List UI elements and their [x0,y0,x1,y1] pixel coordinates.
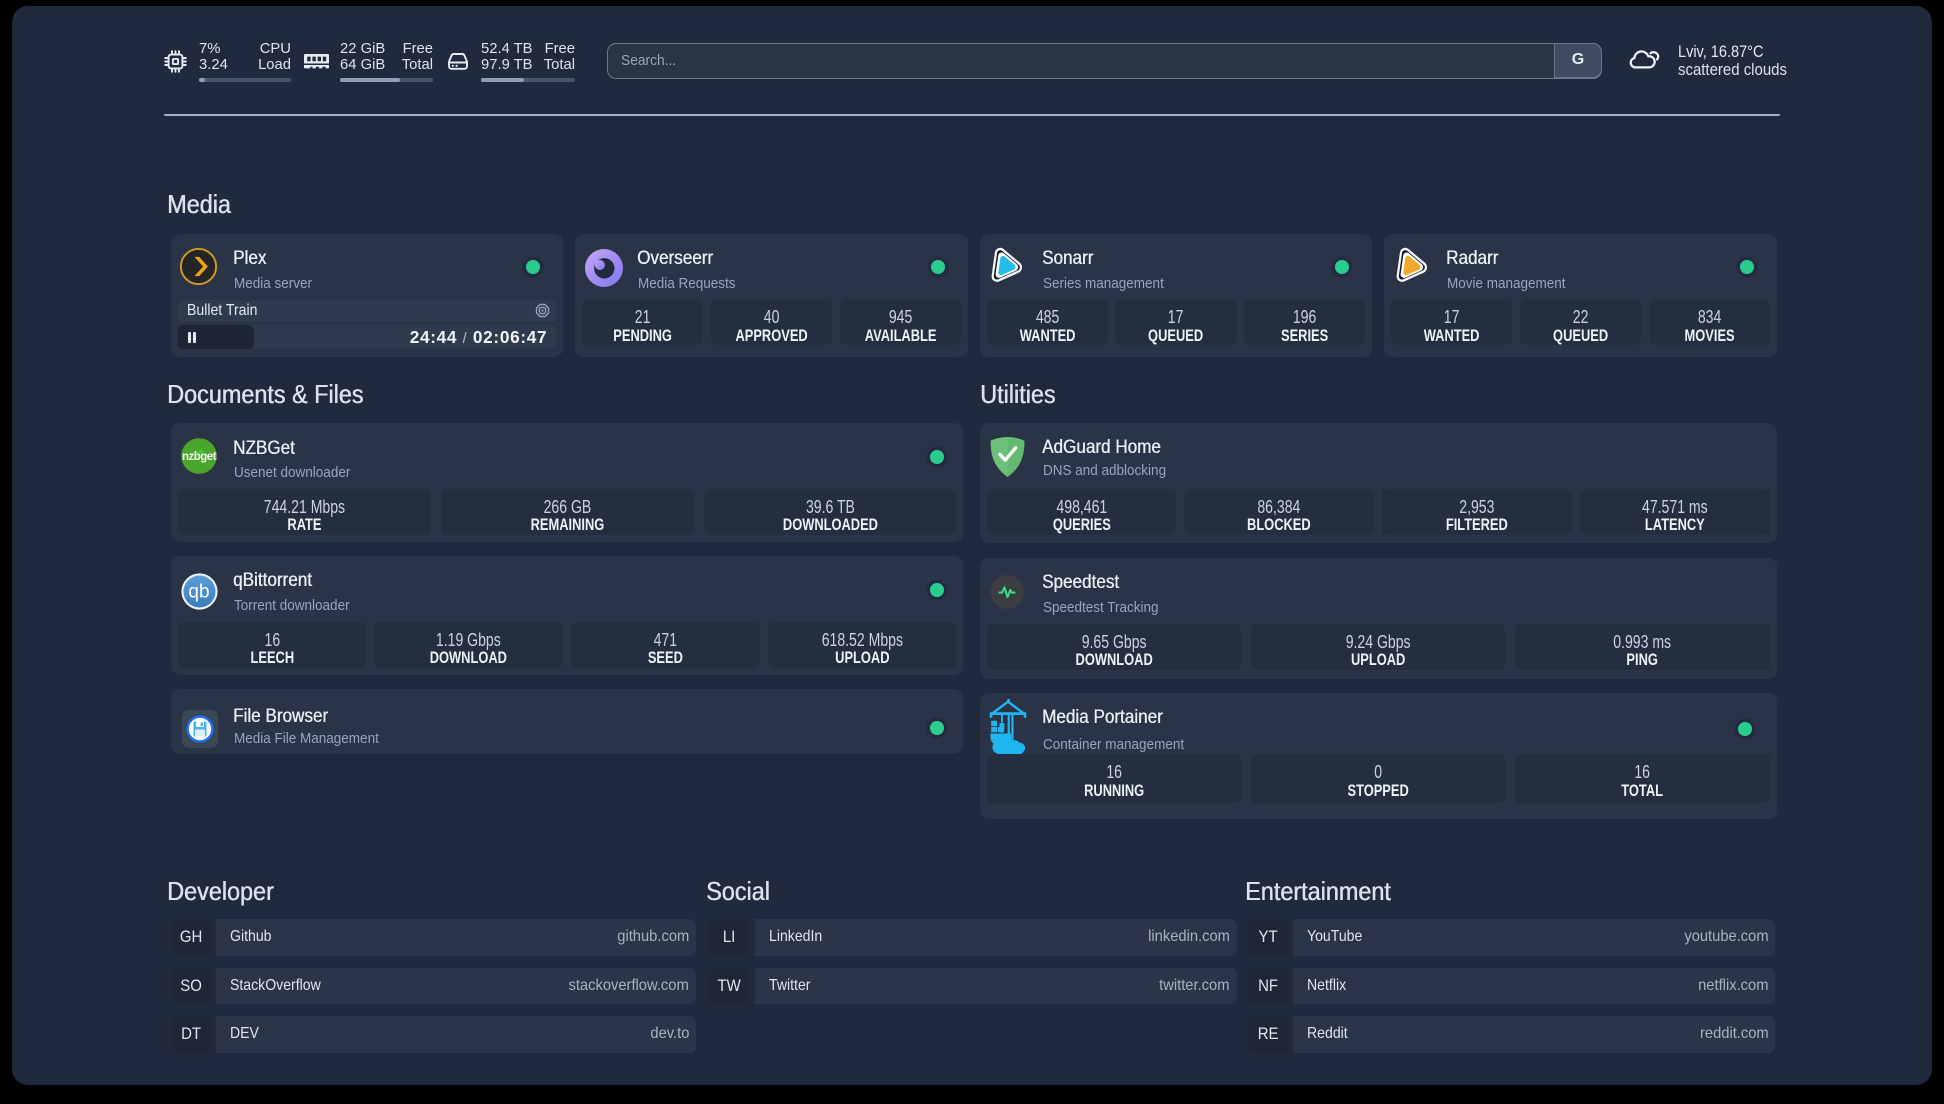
svg-text:nzbget: nzbget [182,451,217,463]
svg-text:qb: qb [188,582,209,603]
